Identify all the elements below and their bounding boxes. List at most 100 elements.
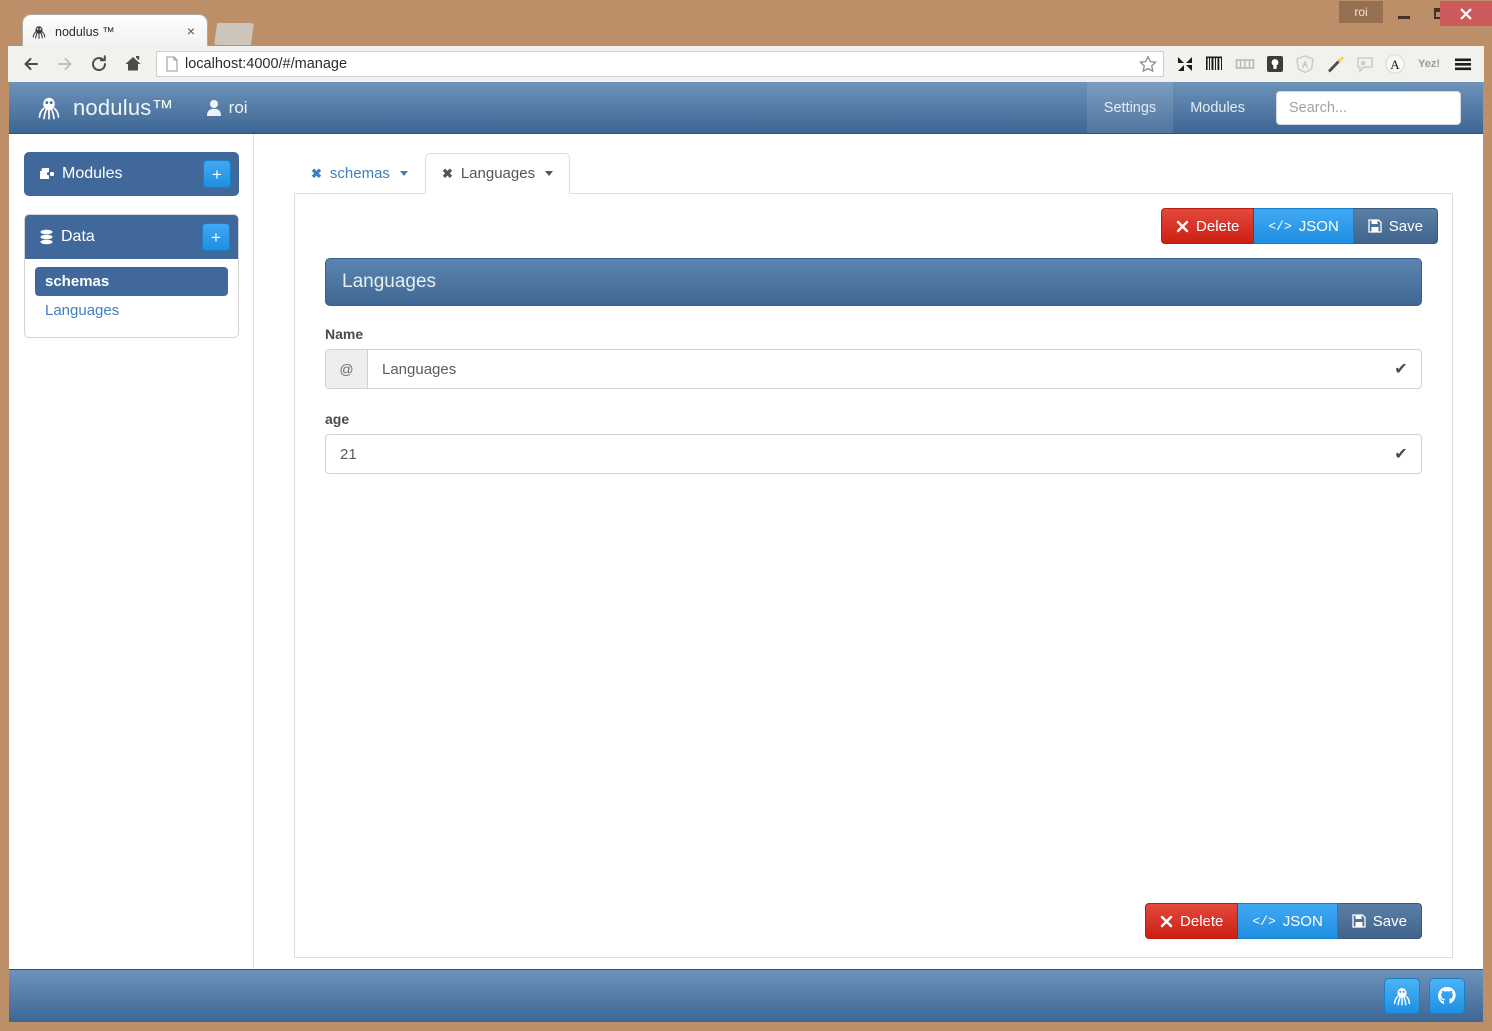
page-icon xyxy=(166,56,178,72)
json-button-bottom[interactable]: </> JSON xyxy=(1238,903,1338,939)
font-a-icon[interactable]: A xyxy=(1380,50,1410,78)
app-body: Modules + Data + schemas Languages ✖ sch… xyxy=(9,134,1483,969)
ruler-icon[interactable] xyxy=(1230,50,1260,78)
brand[interactable]: nodulus™ xyxy=(36,95,174,121)
x-icon xyxy=(1176,220,1189,232)
tab-bar: ✖ schemas ✖ Languages xyxy=(294,152,1453,194)
nav-link-modules[interactable]: Modules xyxy=(1173,82,1262,133)
delete-label: Delete xyxy=(1196,217,1240,235)
lightbulb-icon[interactable] xyxy=(1260,50,1290,78)
speech-bubble-icon[interactable] xyxy=(1350,50,1380,78)
save-button-bottom[interactable]: Save xyxy=(1337,903,1422,939)
sidebar-data-panel[interactable]: Data + xyxy=(25,215,238,259)
tab-close-icon[interactable]: ✖ xyxy=(311,166,322,182)
record-form: Name @ ✔ age ✔ xyxy=(325,326,1422,496)
chevron-down-icon[interactable] xyxy=(399,171,408,176)
extension-tray: A Yez! xyxy=(1170,50,1484,78)
shuffle-icon[interactable] xyxy=(1170,50,1200,78)
star-icon[interactable] xyxy=(1137,53,1159,75)
record-title: Languages xyxy=(342,271,437,292)
octopus-favicon xyxy=(32,25,46,39)
arrow-left-icon xyxy=(24,58,38,70)
new-tab-button[interactable] xyxy=(214,23,254,45)
yez-extension-label[interactable]: Yez! xyxy=(1410,50,1448,78)
add-data-button[interactable]: + xyxy=(202,223,230,251)
back-button[interactable] xyxy=(16,49,46,79)
user-menu[interactable]: roi xyxy=(206,98,248,118)
browser-tab-close-icon[interactable]: × xyxy=(183,24,199,40)
save-label: Save xyxy=(1372,912,1407,930)
home-icon xyxy=(125,56,141,71)
field-name: Name @ ✔ xyxy=(325,326,1422,389)
top-action-bar: Delete </> JSON Save xyxy=(309,208,1438,244)
tab-panel: Delete </> JSON Save Languages Name @ La… xyxy=(294,193,1453,958)
sidebar-modules-panel[interactable]: Modules + xyxy=(24,152,239,196)
reload-button[interactable] xyxy=(84,49,114,79)
code-icon: </> xyxy=(1268,218,1292,234)
delete-button-bottom[interactable]: Delete xyxy=(1145,903,1239,939)
x-icon xyxy=(1160,915,1173,927)
reload-icon xyxy=(92,55,107,72)
sidebar-data-title: Data xyxy=(61,228,95,245)
octopus-logo-icon xyxy=(38,97,60,120)
puzzle-piece-icon xyxy=(38,166,55,183)
barcode-icon[interactable] xyxy=(1200,50,1230,78)
sidebar-data-card: Data + schemas Languages xyxy=(24,214,239,338)
sidebar-item-languages[interactable]: Languages xyxy=(35,296,228,325)
check-icon: ✔ xyxy=(1394,361,1408,378)
save-button[interactable]: Save xyxy=(1353,208,1438,244)
os-window: roi nodulus ™ × localhost:4000/#/manage … xyxy=(0,0,1492,1031)
database-icon xyxy=(39,229,54,246)
url-text: localhost:4000/#/manage xyxy=(185,56,348,72)
delete-button[interactable]: Delete xyxy=(1161,208,1255,244)
tab-label: schemas xyxy=(329,165,390,182)
home-button[interactable] xyxy=(118,49,148,79)
add-module-button[interactable]: + xyxy=(203,160,231,188)
app-footer xyxy=(9,969,1483,1022)
nav-link-settings[interactable]: Settings xyxy=(1086,82,1174,133)
floppy-disk-icon xyxy=(1368,219,1382,233)
browser-menu-button[interactable] xyxy=(1448,50,1478,78)
octopus-icon[interactable] xyxy=(1384,978,1420,1014)
field-age: age ✔ xyxy=(325,411,1422,474)
magic-wand-icon[interactable] xyxy=(1320,50,1350,78)
github-icon[interactable] xyxy=(1429,978,1465,1014)
navbar-right: Settings Modules xyxy=(1086,82,1483,133)
app-navbar: nodulus™ roi Settings Modules xyxy=(9,82,1483,134)
user-name: roi xyxy=(228,97,248,117)
chevron-down-icon[interactable] xyxy=(545,171,554,176)
code-icon: </> xyxy=(1252,913,1276,929)
json-button[interactable]: </> JSON xyxy=(1254,208,1354,244)
form-spacer xyxy=(309,496,1438,903)
svg-text:A: A xyxy=(1390,57,1400,72)
tab-close-icon[interactable]: ✖ xyxy=(442,166,453,182)
tab-schemas[interactable]: ✖ schemas xyxy=(294,153,425,194)
check-icon: ✔ xyxy=(1394,446,1408,463)
field-age-row[interactable]: ✔ xyxy=(325,434,1422,474)
sidebar-data-list: schemas Languages xyxy=(25,259,238,337)
browser-tab[interactable]: nodulus ™ × xyxy=(22,14,208,48)
page-viewport: nodulus™ roi Settings Modules Search... … xyxy=(9,82,1483,1022)
forward-button[interactable] xyxy=(50,49,80,79)
age-input[interactable] xyxy=(326,435,1381,473)
sidebar-item-schemas[interactable]: schemas xyxy=(35,267,228,296)
arrow-right-icon xyxy=(58,58,72,70)
search-input[interactable] xyxy=(1276,90,1461,125)
save-label: Save xyxy=(1388,217,1423,235)
browser-tab-title: nodulus ™ xyxy=(55,24,115,39)
sidebar-modules-title: Modules xyxy=(62,165,123,182)
field-name-row[interactable]: @ ✔ xyxy=(325,349,1422,389)
bottom-action-bar: Delete </> JSON Save xyxy=(325,903,1422,939)
name-input[interactable] xyxy=(368,350,1381,388)
json-label: JSON xyxy=(1298,217,1339,235)
record-header: Languages xyxy=(325,258,1422,306)
field-age-label: age xyxy=(325,411,350,427)
tab-label: Languages xyxy=(460,165,536,182)
angular-icon[interactable] xyxy=(1290,50,1320,78)
tab-languages[interactable]: ✖ Languages xyxy=(424,153,571,194)
sidebar: Modules + Data + schemas Languages xyxy=(9,134,254,969)
browser-tabstrip: nodulus ™ × xyxy=(8,14,1484,48)
floppy-disk-icon xyxy=(1352,914,1366,928)
url-bar[interactable]: localhost:4000/#/manage xyxy=(156,51,1164,77)
main-content: ✖ schemas ✖ Languages Delete </> JSON Sa… xyxy=(254,134,1483,969)
